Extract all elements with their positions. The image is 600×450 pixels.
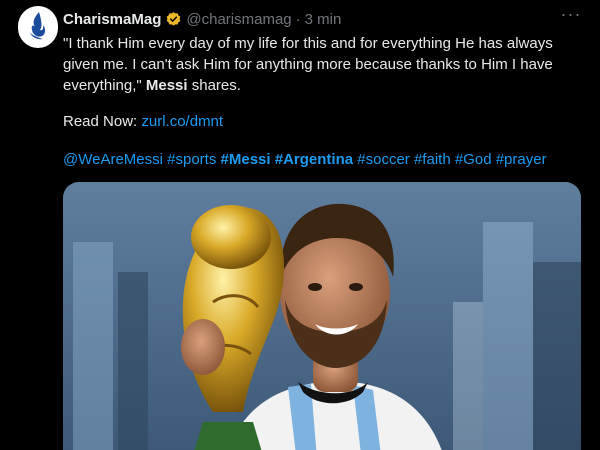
- charisma-logo-icon: [18, 5, 58, 51]
- tweet-text: "I thank Him every day of my life for th…: [63, 33, 583, 96]
- tweet-text-line-2: given me. I can't ask Him for anything m…: [63, 56, 553, 73]
- hashtag-link[interactable]: #Messi: [221, 151, 271, 168]
- read-now-link[interactable]: zurl.co/dmnt: [141, 113, 223, 130]
- tweet-time[interactable]: 3 min: [305, 11, 342, 28]
- hashtag-link[interactable]: #God: [455, 151, 492, 168]
- hashtag-link[interactable]: @WeAreMessi: [63, 151, 163, 168]
- verified-badge-icon[interactable]: [165, 11, 182, 28]
- author-avatar[interactable]: [18, 5, 58, 51]
- header-separator: ·: [295, 10, 301, 28]
- more-options-icon[interactable]: ···: [560, 5, 582, 27]
- messi-trophy-photo: [63, 182, 581, 450]
- author-name[interactable]: CharismaMag: [63, 11, 161, 28]
- tweet-text-line-3-end: shares.: [187, 77, 241, 94]
- hashtag-link[interactable]: #faith: [414, 151, 451, 168]
- tweet-header: CharismaMag @charismamag · 3 min: [63, 9, 341, 29]
- read-now-line: Read Now: zurl.co/dmnt: [63, 111, 223, 132]
- hashtag-link[interactable]: #sports: [167, 151, 216, 168]
- hashtag-line: @WeAreMessi #sports #Messi #Argentina #s…: [63, 149, 547, 170]
- tweet-media-photo[interactable]: [63, 182, 581, 450]
- tweet-text-line-1: "I thank Him every day of my life for th…: [63, 35, 553, 52]
- hashtag-link[interactable]: #Argentina: [275, 151, 353, 168]
- tweet-text-messi: Messi: [145, 77, 188, 94]
- hashtag-link[interactable]: #soccer: [357, 151, 410, 168]
- tweet-text-line-3: everything," Messi shares.: [63, 75, 583, 96]
- author-handle[interactable]: @charismamag: [186, 11, 291, 28]
- tweet-text-line-3-start: everything,": [63, 77, 146, 94]
- hashtag-link[interactable]: #prayer: [496, 151, 547, 168]
- read-now-label: Read Now:: [63, 113, 138, 130]
- tweet[interactable]: CharismaMag @charismamag · 3 min ··· "I …: [0, 0, 600, 450]
